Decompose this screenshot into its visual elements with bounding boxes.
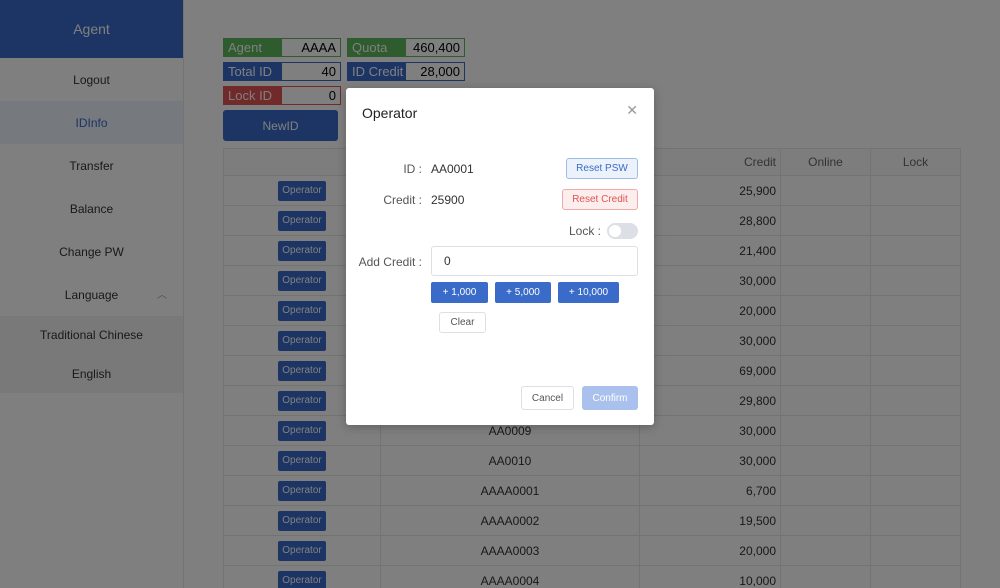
confirm-button[interactable]: Confirm bbox=[582, 386, 638, 410]
credit-label: Credit : bbox=[383, 193, 422, 207]
credit-value: 25900 bbox=[431, 193, 465, 207]
reset-credit-button[interactable]: Reset Credit bbox=[562, 189, 638, 210]
id-label: ID : bbox=[403, 162, 422, 176]
id-value: AA0001 bbox=[431, 162, 474, 176]
add-credit-input[interactable]: 0 bbox=[431, 246, 638, 276]
dialog-title: Operator bbox=[362, 105, 418, 121]
close-icon[interactable]: ✕ bbox=[626, 102, 638, 119]
operator-dialog: Operator ✕ ID : AA0001 Reset PSW Credit … bbox=[346, 88, 654, 425]
clear-button[interactable]: Clear bbox=[439, 312, 486, 333]
reset-psw-button[interactable]: Reset PSW bbox=[566, 158, 638, 179]
lock-toggle[interactable] bbox=[607, 223, 638, 239]
toggle-knob bbox=[609, 225, 621, 237]
cancel-button[interactable]: Cancel bbox=[521, 386, 574, 410]
lock-label: Lock : bbox=[568, 224, 601, 238]
add-credit-label: Add Credit : bbox=[358, 255, 422, 269]
plus-10000-button[interactable]: + 10,000 bbox=[558, 282, 619, 303]
plus-1000-button[interactable]: + 1,000 bbox=[431, 282, 488, 303]
plus-5000-button[interactable]: + 5,000 bbox=[495, 282, 551, 303]
